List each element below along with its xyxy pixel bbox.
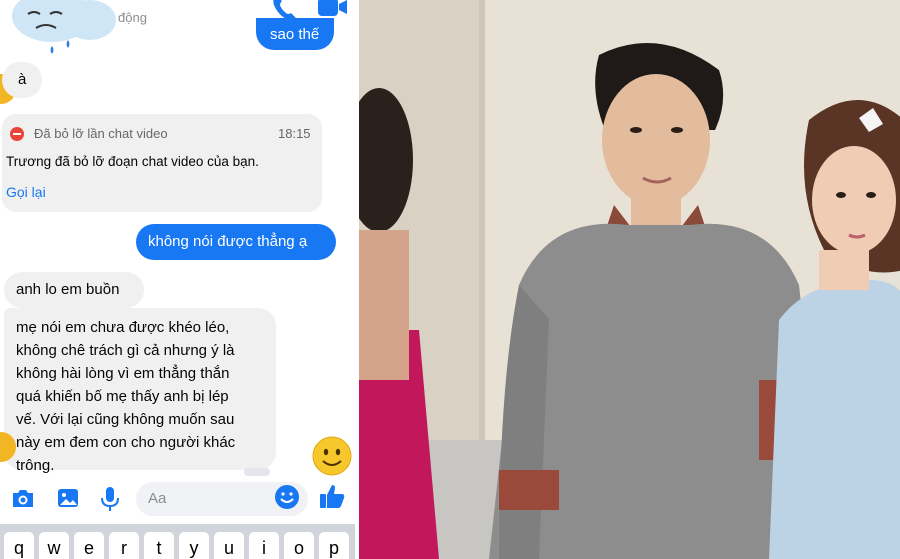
on-screen-keyboard: q w e r t y u i o p <box>0 524 355 559</box>
message-line: không hài lòng vì em thẳng thắn <box>16 365 230 382</box>
cloud-sad-icon <box>12 0 116 54</box>
key-p[interactable]: p <box>319 532 349 559</box>
thumbs-up-icon[interactable] <box>318 482 346 510</box>
message-line: trông. <box>16 457 55 474</box>
messenger-screenshot: động sao thế à Đã bỏ lỡ lần chat video 1… <box>0 0 355 559</box>
key-e[interactable]: e <box>74 532 104 559</box>
missed-call-body: Trương đã bỏ lỡ đoạn chat video của bạn. <box>6 154 259 169</box>
scene-illustration <box>359 0 900 559</box>
video-icon[interactable] <box>316 0 348 20</box>
message-line: mẹ nói em chưa được khéo léo, <box>16 319 230 336</box>
call-back-link[interactable]: Gọi lại <box>6 184 46 200</box>
key-t[interactable]: t <box>144 532 174 559</box>
key-o[interactable]: o <box>284 532 314 559</box>
contact-status: động <box>118 10 147 25</box>
incoming-long-message[interactable]: mẹ nói em chưa được khéo léo, không chê … <box>4 308 276 474</box>
incoming-message[interactable]: anh lo em buồn <box>4 272 144 308</box>
message-line: không chê trách gì cả nhưng ý là <box>16 342 235 359</box>
message-line: vế. Với lại cũng không muốn sau <box>16 411 235 428</box>
key-i[interactable]: i <box>249 532 279 559</box>
key-y[interactable]: y <box>179 532 209 559</box>
key-q[interactable]: q <box>4 532 34 559</box>
incoming-message[interactable]: à <box>2 62 42 98</box>
key-w[interactable]: w <box>39 532 69 559</box>
missed-call-title: Đã bỏ lỡ lần chat video <box>34 126 168 141</box>
message-line: này em đem con cho người khác <box>16 434 236 451</box>
gallery-icon[interactable] <box>56 486 80 510</box>
message-line: quá khiến bố mẹ thấy anh bị lép <box>16 388 229 405</box>
key-r[interactable]: r <box>109 532 139 559</box>
missed-call-time: 18:15 <box>278 126 311 141</box>
key-u[interactable]: u <box>214 532 244 559</box>
smile-emoji-icon <box>312 436 352 476</box>
outgoing-message[interactable]: không nói được thẳng ạ <box>136 224 336 260</box>
camera-icon[interactable] <box>10 486 36 510</box>
outgoing-message[interactable]: sao thế <box>256 18 334 50</box>
missed-video-call-card: Đã bỏ lỡ lần chat video 18:15 Trương đã … <box>2 114 322 212</box>
typing-indicator <box>244 468 270 476</box>
microphone-icon[interactable] <box>100 486 120 512</box>
message-composer: Aa <box>0 478 355 520</box>
drama-scene-photo <box>359 0 900 559</box>
missed-call-icon <box>10 127 24 141</box>
emoji-icon[interactable] <box>274 484 300 510</box>
